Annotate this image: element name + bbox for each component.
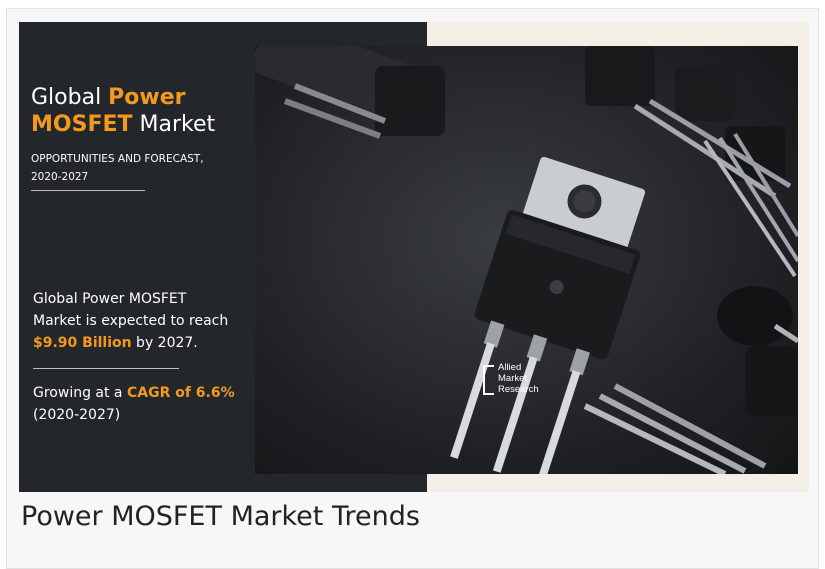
logo-line-3: Research bbox=[498, 384, 539, 395]
headline-highlight-power: Power bbox=[108, 85, 186, 110]
logo-line-1: Allied bbox=[498, 362, 522, 373]
infographic-headline: Global Power MOSFET Market bbox=[31, 84, 251, 138]
subhead-line-2: 2020-2027 bbox=[31, 171, 89, 183]
logo-bracket-icon bbox=[483, 365, 494, 395]
cagr-fact: Growing at a CAGR of 6.6% (2020-2027) bbox=[33, 382, 253, 426]
headline-part-4: Market bbox=[132, 112, 216, 137]
mosfet-photo bbox=[255, 46, 798, 474]
infographic-image: Global Power MOSFET Market OPPORTUNITIES… bbox=[19, 22, 809, 492]
headline-highlight-mosfet: MOSFET bbox=[31, 112, 133, 137]
fact1-line-2: Market is expected to reach bbox=[33, 313, 229, 329]
logo-line-2: Market bbox=[498, 373, 528, 384]
fact2-prefix: Growing at a bbox=[33, 385, 127, 401]
fact1-line-3-rest: by 2027. bbox=[131, 335, 198, 351]
fact2-line-1: Growing at a CAGR of 6.6% bbox=[33, 382, 253, 404]
market-value: $9.90 Billion bbox=[33, 335, 132, 351]
allied-market-research-logo: Allied Market Research bbox=[483, 362, 557, 400]
divider-top bbox=[31, 190, 145, 191]
figure-card: Global Power MOSFET Market OPPORTUNITIES… bbox=[6, 8, 819, 569]
forecast-subhead: OPPORTUNITIES AND FORECAST, 2020-2027 bbox=[31, 150, 241, 186]
headline-part-1: Global bbox=[31, 85, 109, 110]
fact1-line-3: $9.90 Billion by 2027. bbox=[33, 332, 253, 354]
cagr-value: CAGR of 6.6% bbox=[126, 385, 235, 401]
figure-caption: Power MOSFET Market Trends bbox=[21, 501, 420, 532]
market-size-fact: Global Power MOSFET Market is expected t… bbox=[33, 288, 253, 354]
divider-middle bbox=[33, 368, 179, 369]
subhead-line-1: OPPORTUNITIES AND FORECAST, bbox=[31, 153, 204, 165]
fact2-period: (2020-2027) bbox=[33, 407, 121, 423]
logo-text: Allied Market Research bbox=[498, 362, 539, 395]
transistor-illustration bbox=[255, 46, 798, 474]
fact1-line-1: Global Power MOSFET bbox=[33, 291, 187, 307]
